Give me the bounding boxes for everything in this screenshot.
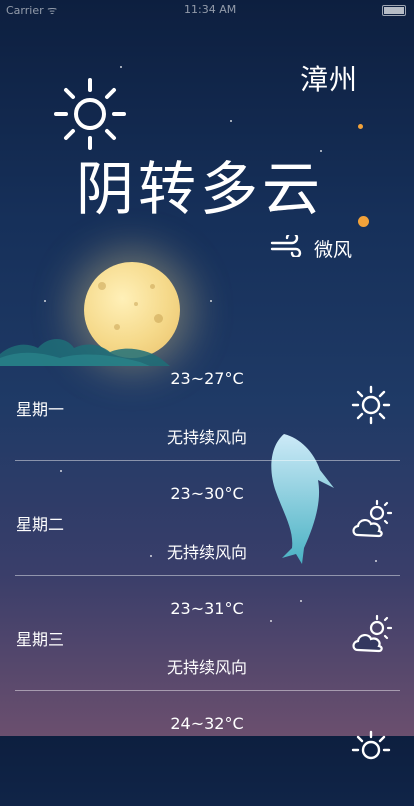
orange-dot — [358, 216, 369, 227]
weather-condition: 阴转多云 — [76, 155, 325, 223]
wind-direction: 无持续风向 — [166, 658, 247, 677]
carrier-label: Carrier ᯤ — [6, 4, 58, 17]
sun-icon — [54, 78, 126, 150]
crater — [98, 282, 106, 290]
city-name[interactable]: 漳州 — [300, 58, 358, 98]
forecast-row[interactable]: 24~32°C — [0, 691, 414, 806]
sun-icon — [351, 730, 391, 760]
sun-icon — [351, 385, 391, 425]
weekday-label: 星期一 — [16, 400, 65, 419]
crater — [134, 302, 138, 306]
crater — [150, 284, 155, 289]
star — [44, 300, 46, 302]
orange-dot — [358, 124, 363, 129]
cloud-sun-icon — [352, 614, 392, 653]
star — [230, 120, 232, 122]
wind-direction: 无持续风向 — [166, 543, 247, 562]
wind-direction: 无持续风向 — [166, 428, 247, 447]
weekday-label: 星期二 — [16, 515, 65, 534]
clock: 11:34 AM — [184, 3, 237, 16]
cloud-sun-icon — [352, 499, 392, 538]
star — [210, 300, 212, 302]
weekday-label: 星期三 — [16, 630, 65, 649]
star — [120, 66, 122, 68]
wind-icon — [270, 235, 302, 257]
status-bar: Carrier ᯤ 11:34 AM — [0, 0, 414, 20]
forecast-row[interactable]: 23~27°C 星期一 无持续风向 — [0, 346, 414, 461]
forecast-row[interactable]: 23~30°C 星期二 无持续风向 — [0, 461, 414, 576]
wind-label: 微风 — [314, 239, 353, 261]
battery-icon — [382, 5, 406, 16]
crater — [154, 314, 163, 323]
forecast-row[interactable]: 23~31°C 星期三 无持续风向 — [0, 576, 414, 691]
